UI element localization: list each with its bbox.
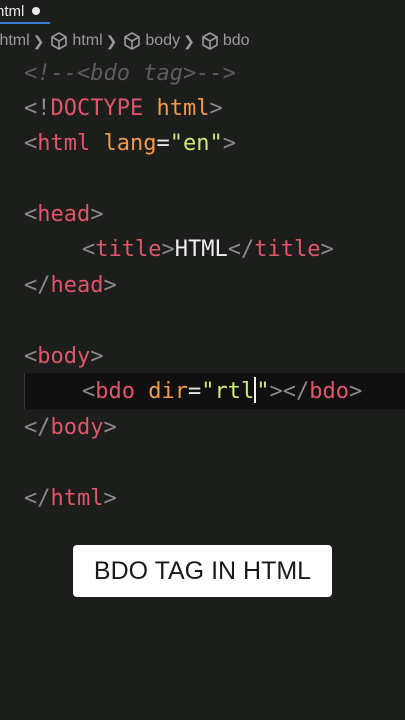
cube-icon xyxy=(51,32,68,50)
tab-bar: html xyxy=(0,0,405,24)
tag-bracket: < xyxy=(82,379,96,404)
cube-icon xyxy=(202,32,218,50)
tag-name: head xyxy=(50,273,104,298)
breadcrumb-item-label: .html xyxy=(0,32,30,49)
equals-sign: = xyxy=(156,131,170,156)
tag-bracket: < xyxy=(24,131,38,156)
tag-bracket: </ xyxy=(282,379,310,404)
doctype-keyword: DOCTYPE xyxy=(50,96,144,121)
cube-icon xyxy=(124,32,141,50)
code-line-body-close[interactable]: </body> xyxy=(24,411,117,445)
breadcrumb-item-html[interactable]: html xyxy=(49,31,103,51)
tab-html-file[interactable]: html xyxy=(0,0,51,24)
tag-name: bdo xyxy=(95,379,135,404)
tag-bracket: > xyxy=(103,486,117,511)
code-line-doctype[interactable]: <!DOCTYPE html> xyxy=(24,92,223,126)
chevron-right-icon: ❯ xyxy=(105,32,118,49)
unsaved-dot-icon[interactable] xyxy=(32,7,41,15)
code-line-html-close[interactable]: </html> xyxy=(24,482,117,516)
breadcrumb-item-file[interactable]: .html xyxy=(0,32,30,50)
tag-bracket: </ xyxy=(24,486,51,511)
attribute-quote: " xyxy=(201,379,215,404)
tag-name: head xyxy=(37,202,91,227)
breadcrumb: .html ❯ html ❯ body ❯ bdo xyxy=(0,29,250,53)
tag-bracket: > xyxy=(161,237,175,262)
breadcrumb-item-label: body xyxy=(145,32,181,49)
equals-sign: = xyxy=(188,379,202,404)
tag-bracket: < xyxy=(24,344,38,369)
tag-name: html xyxy=(50,486,104,511)
attribute-name: lang xyxy=(103,131,157,156)
tag-bracket: > xyxy=(90,202,104,227)
code-line-bdo[interactable]: <bdo dir="rtl"></bdo> xyxy=(82,375,362,409)
doctype-value: html xyxy=(156,96,210,121)
attribute-name: dir xyxy=(148,379,188,404)
code-line-head-open[interactable]: <head> xyxy=(24,198,103,232)
tag-bracket: > xyxy=(222,131,236,156)
attribute-value: rtl xyxy=(214,379,255,404)
attribute-quote: " xyxy=(256,379,270,404)
tag-bracket: > xyxy=(349,379,363,404)
attribute-value: "en" xyxy=(169,131,223,156)
tag-name: bdo xyxy=(309,379,349,404)
chevron-right-icon: ❯ xyxy=(32,32,45,49)
tag-bracket: </ xyxy=(227,237,255,262)
breadcrumb-item-label: bdo xyxy=(222,32,250,49)
breadcrumb-item-bdo[interactable]: bdo xyxy=(200,31,250,51)
tag-bracket: <! xyxy=(24,96,51,121)
breadcrumb-item-body[interactable]: body xyxy=(122,31,180,51)
code-line-html-open[interactable]: <html lang="en"> xyxy=(24,127,236,161)
breadcrumb-item-label: html xyxy=(72,32,103,49)
tag-name: title xyxy=(95,237,162,262)
tag-bracket: > xyxy=(269,379,283,404)
tag-bracket: > xyxy=(209,96,223,121)
code-line-title[interactable]: <title>HTML</title> xyxy=(82,233,334,267)
code-line-comment[interactable]: <!--<bdo tag>--> xyxy=(24,57,236,91)
editor-window: html .html ❯ html ❯ body ❯ bdo xyxy=(0,0,405,720)
tag-name: body xyxy=(50,415,104,440)
tag-name: body xyxy=(37,344,91,369)
tag-bracket: > xyxy=(320,237,334,262)
text-content: HTML xyxy=(174,237,228,262)
tag-bracket: > xyxy=(103,273,117,298)
tag-bracket: </ xyxy=(24,273,51,298)
tab-label: html xyxy=(0,2,25,20)
tag-bracket: > xyxy=(103,415,117,440)
tag-name: title xyxy=(254,237,321,262)
html-comment: <!--<bdo tag>--> xyxy=(24,61,236,86)
code-line-head-close[interactable]: </head> xyxy=(24,269,117,303)
tag-name: html xyxy=(37,131,91,156)
tag-bracket: </ xyxy=(24,415,51,440)
code-line-body-open[interactable]: <body> xyxy=(24,340,103,374)
tag-bracket: > xyxy=(90,344,104,369)
tag-bracket: < xyxy=(82,237,96,262)
chevron-right-icon: ❯ xyxy=(183,32,195,49)
caption-text: BDO TAG IN HTML xyxy=(93,556,312,585)
video-caption: BDO TAG IN HTML xyxy=(73,545,332,597)
tag-bracket: < xyxy=(24,202,38,227)
